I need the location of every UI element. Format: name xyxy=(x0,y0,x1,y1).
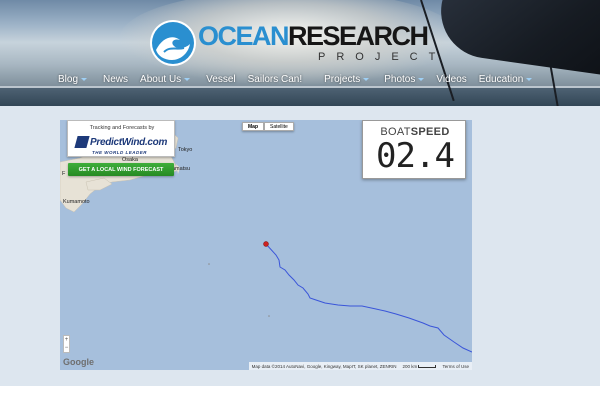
boat-speed-value: 02.4 xyxy=(376,136,455,176)
nav-item-blog[interactable]: Blog xyxy=(58,71,88,87)
chevron-down-icon xyxy=(363,77,370,81)
logo-word-research: RESEARCH xyxy=(288,21,429,51)
predictwind-badge[interactable]: Tracking and Forecasts by PredictWind.co… xyxy=(67,120,175,157)
logo-text: OCEAN RESEARCH PROJECT xyxy=(198,23,446,63)
predictwind-brand: PredictWind.com xyxy=(90,136,168,148)
nav-label: Videos xyxy=(436,73,467,85)
nav-item-videos[interactable]: Videos xyxy=(436,71,466,87)
nav-label: About Us xyxy=(140,73,182,85)
map-type-satellite-button[interactable]: Satellite xyxy=(264,122,294,131)
local-wind-forecast-button[interactable]: GET A LOCAL WIND FORECAST xyxy=(68,163,174,176)
nav-item-photos[interactable]: Photos xyxy=(384,71,425,87)
scale-bar xyxy=(418,364,437,368)
logo-word-project: PROJECT xyxy=(318,51,447,63)
map-attribution: Map data ©2014 AutoNavi, Google, Kingway… xyxy=(248,362,472,370)
nav-item-news[interactable]: News xyxy=(103,71,128,87)
nav-label: Photos xyxy=(384,73,416,85)
island-dot xyxy=(268,315,270,317)
nav-label: Education xyxy=(478,73,524,85)
predictwind-mark-icon xyxy=(74,136,90,148)
predictwind-caption: Tracking and Forecasts by xyxy=(89,125,155,131)
current-position-marker xyxy=(263,241,269,247)
nav-label: Blog xyxy=(58,73,79,85)
content-bottom-strip xyxy=(0,386,600,400)
chevron-down-icon xyxy=(81,77,88,81)
map-type-control: Map Satellite xyxy=(242,122,294,131)
nav-label: Projects xyxy=(324,73,361,85)
place-label: Kumamoto xyxy=(63,199,90,205)
boat-track xyxy=(265,243,472,353)
place-label: amatsu xyxy=(172,166,191,172)
predictwind-tagline: THE WORLD LEADER xyxy=(92,150,147,155)
zoom-out-button[interactable]: − xyxy=(64,344,69,352)
nav-label: Sailors Can! xyxy=(247,73,303,85)
nav-label: News xyxy=(103,73,129,85)
nav-item-education[interactable]: Education xyxy=(478,71,533,87)
wave-icon xyxy=(150,20,196,66)
chevron-down-icon xyxy=(184,77,191,81)
main-nav: Blog News About Us Vessel Sailors Can! P… xyxy=(58,71,533,87)
logo-word-ocean: OCEAN xyxy=(198,21,290,51)
place-label: Tokyo xyxy=(178,147,193,153)
map-scale: 200 km xyxy=(402,363,437,369)
header-photo-sea xyxy=(0,88,600,106)
chevron-down-icon xyxy=(418,77,425,81)
nav-item-vessel[interactable]: Vessel xyxy=(206,71,235,87)
terms-of-use-link[interactable]: Terms of Use xyxy=(442,364,469,369)
header-photo-boat xyxy=(435,0,600,78)
google-logo[interactable]: Google xyxy=(63,357,94,367)
nav-label: Vessel xyxy=(206,73,236,85)
map-type-map-button[interactable]: Map xyxy=(242,122,264,131)
nav-item-sailors-can[interactable]: Sailors Can! xyxy=(248,71,302,87)
island-dot xyxy=(208,263,210,265)
header-banner: OCEAN RESEARCH PROJECT Blog News About U… xyxy=(0,0,600,106)
nav-item-projects[interactable]: Projects xyxy=(324,71,370,87)
tracking-map[interactable]: Tokyo Osaka amatsu Kumamoto F Tracking a… xyxy=(60,120,472,370)
nav-item-about-us[interactable]: About Us xyxy=(140,71,191,87)
predictwind-logo: PredictWind.com xyxy=(74,133,168,151)
place-label: F xyxy=(62,171,66,177)
boat-speed-panel: BOATSPEED 02.4 xyxy=(362,120,466,179)
zoom-in-button[interactable]: + xyxy=(64,336,69,344)
zoom-control: + − xyxy=(63,335,70,353)
page: OCEAN RESEARCH PROJECT Blog News About U… xyxy=(0,0,600,400)
site-logo[interactable]: OCEAN RESEARCH PROJECT xyxy=(150,18,446,68)
scale-label: 200 km xyxy=(402,363,418,369)
chevron-down-icon xyxy=(526,77,533,81)
map-data-credit: Map data ©2014 AutoNavi, Google, Kingway… xyxy=(251,363,397,369)
